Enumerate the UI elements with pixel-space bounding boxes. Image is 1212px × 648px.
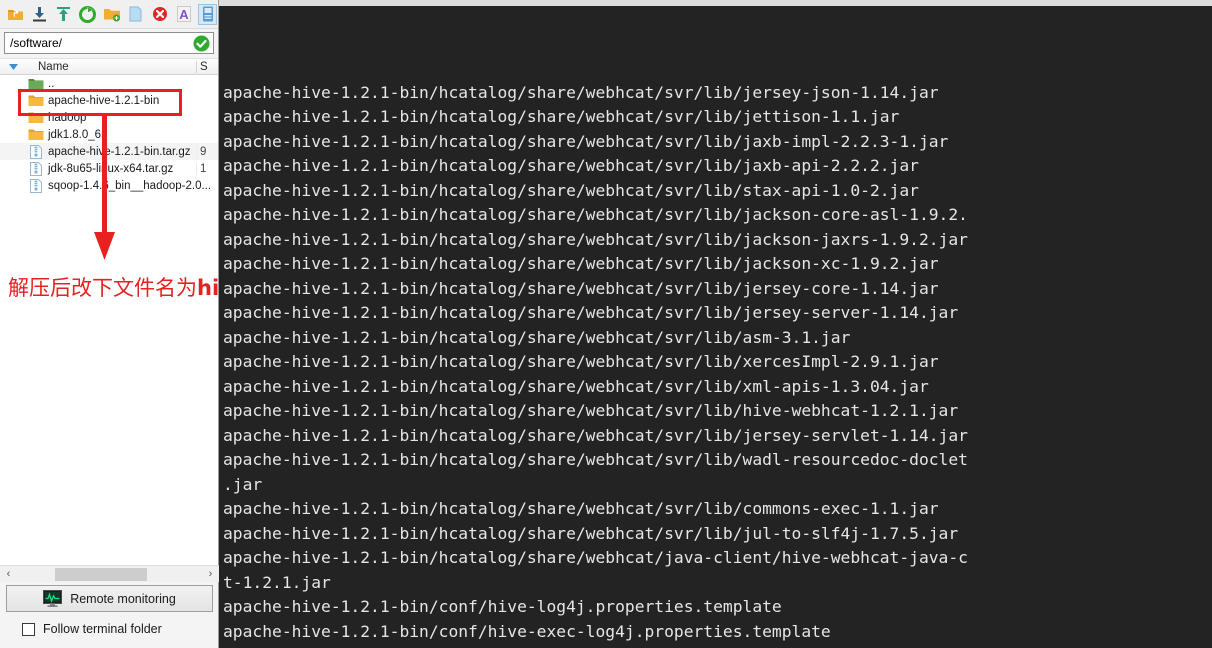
archive-file-icon <box>26 144 45 159</box>
terminal-line: apache-hive-1.2.1-bin/conf/hive-exec-log… <box>223 621 831 641</box>
file-list-item[interactable]: apache-hive-1.2.1-bin.tar.gz 9 <box>0 143 218 160</box>
scroll-left-arrow-icon[interactable]: ‹ <box>0 567 17 582</box>
archive-file-icon <box>26 161 45 176</box>
column-header-name[interactable]: Name <box>26 61 196 73</box>
file-name: jdk-8u65-linux-x64.tar.gz <box>48 162 174 175</box>
remote-monitoring-button[interactable]: Remote monitoring <box>6 585 213 612</box>
horizontal-scrollbar[interactable]: ‹ › <box>0 565 219 582</box>
folder-icon <box>26 127 45 142</box>
terminal-line: apache-hive-1.2.1-bin/hcatalog/share/web… <box>223 303 959 322</box>
file-name: apache-hive-1.2.1-bin.tar.gz <box>48 145 191 158</box>
new-file-icon[interactable] <box>126 4 145 25</box>
terminal-line: apache-hive-1.2.1-bin/hcatalog/share/web… <box>223 499 939 518</box>
scrollbar-thumb[interactable] <box>55 567 147 581</box>
terminal-line: apache-hive-1.2.1-bin/hcatalog/share/web… <box>223 450 968 469</box>
download-icon[interactable] <box>30 4 49 25</box>
remote-monitoring-label: Remote monitoring <box>70 591 176 606</box>
terminal-line: apache-hive-1.2.1-bin/hcatalog/share/web… <box>223 254 939 273</box>
follow-terminal-folder-row[interactable]: Follow terminal folder <box>22 622 162 636</box>
terminal-output[interactable]: apache-hive-1.2.1-bin/hcatalog/share/web… <box>219 6 1212 648</box>
monitor-chart-icon <box>43 590 63 607</box>
file-name: sqoop-1.4.6_bin__hadoop-2.0... <box>48 179 212 192</box>
drive-icon[interactable] <box>198 3 217 25</box>
file-name: apache-hive-1.2.1-bin <box>48 94 160 107</box>
file-list-item[interactable]: hadoop <box>0 109 218 126</box>
check-circle-icon[interactable] <box>193 35 210 52</box>
terminal-line: apache-hive-1.2.1-bin/hcatalog/share/web… <box>223 180 919 200</box>
terminal-line: apache-hive-1.2.1-bin/hcatalog/share/web… <box>223 523 959 543</box>
terminal-line: apache-hive-1.2.1-bin/hcatalog/share/web… <box>223 376 929 396</box>
terminal-line: apache-hive-1.2.1-bin/hcatalog/share/web… <box>223 352 939 371</box>
terminal-line: apache-hive-1.2.1-bin/hcatalog/share/web… <box>223 327 851 347</box>
archive-file-icon <box>26 178 45 193</box>
parent-folder-icon[interactable] <box>6 4 25 25</box>
terminal-line: apache-hive-1.2.1-bin/hcatalog/share/web… <box>223 82 939 102</box>
terminal-line: apache-hive-1.2.1-bin/hcatalog/share/web… <box>223 401 959 420</box>
terminal-line: apache-hive-1.2.1-bin/hcatalog/share/web… <box>223 131 949 151</box>
file-size: 9 <box>196 145 218 158</box>
terminal-line: apache-hive-1.2.1-bin/hcatalog/share/web… <box>223 425 968 445</box>
terminal-line: apache-hive-1.2.1-bin/hcatalog/share/web… <box>223 278 939 298</box>
file-list-item[interactable]: apache-hive-1.2.1-bin <box>0 92 218 109</box>
sort-descending-icon[interactable] <box>0 63 26 70</box>
scrollbar-track[interactable] <box>17 566 202 582</box>
path-bar[interactable] <box>4 32 214 54</box>
sftp-terminal-window: A /software/ Name S .. apache-hive-1.2.1… <box>0 0 1212 648</box>
svg-text:A: A <box>179 7 189 22</box>
file-list[interactable]: .. apache-hive-1.2.1-bin hadoop jdk1.8.0_65… <box>0 75 218 565</box>
file-list-item[interactable]: sqoop-1.4.6_bin__hadoop-2.0... <box>0 177 218 194</box>
file-name: hadoop <box>48 111 87 124</box>
refresh-icon[interactable] <box>78 4 97 25</box>
terminal-line: apache-hive-1.2.1-bin/conf/hive-log4j.pr… <box>223 597 782 616</box>
terminal-line: t-1.2.1.jar <box>223 572 331 592</box>
file-name: jdk1.8.0_65 <box>48 128 108 141</box>
sftp-toolbar: A <box>0 0 218 29</box>
terminal-line: apache-hive-1.2.1-bin/hcatalog/share/web… <box>223 548 968 567</box>
sftp-file-browser-panel: A /software/ Name S .. apache-hive-1.2.1… <box>0 0 247 648</box>
terminal-line: apache-hive-1.2.1-bin/conf/beeline-log4j… <box>223 644 1212 648</box>
follow-terminal-folder-label: Follow terminal folder <box>43 622 162 636</box>
file-list-header: Name S <box>0 58 218 75</box>
follow-terminal-folder-checkbox[interactable] <box>22 622 35 636</box>
delete-icon[interactable] <box>150 4 169 25</box>
terminal-line: apache-hive-1.2.1-bin/hcatalog/share/web… <box>223 229 968 249</box>
column-header-size[interactable]: S <box>196 60 218 73</box>
terminal-line: apache-hive-1.2.1-bin/hcatalog/share/web… <box>223 205 968 224</box>
rename-icon[interactable]: A <box>174 4 193 25</box>
scroll-right-arrow-icon[interactable]: › <box>202 567 219 582</box>
new-folder-icon[interactable] <box>102 4 121 25</box>
terminal-pane[interactable]: apache-hive-1.2.1-bin/hcatalog/share/web… <box>219 0 1212 648</box>
folder-icon <box>26 110 45 125</box>
file-list-item[interactable]: .. <box>0 75 218 92</box>
file-size: 1 <box>196 162 218 175</box>
path-input[interactable] <box>5 36 193 50</box>
file-list-item[interactable]: jdk-8u65-linux-x64.tar.gz 1 <box>0 160 218 177</box>
folder-icon <box>26 93 45 108</box>
terminal-line: apache-hive-1.2.1-bin/hcatalog/share/web… <box>223 107 900 126</box>
terminal-line: apache-hive-1.2.1-bin/hcatalog/share/web… <box>223 156 919 175</box>
parent-folder-icon <box>26 76 45 91</box>
file-list-item[interactable]: jdk1.8.0_65 <box>0 126 218 143</box>
file-name: .. <box>48 77 55 90</box>
upload-icon[interactable] <box>54 4 73 25</box>
terminal-line: .jar <box>223 474 263 494</box>
